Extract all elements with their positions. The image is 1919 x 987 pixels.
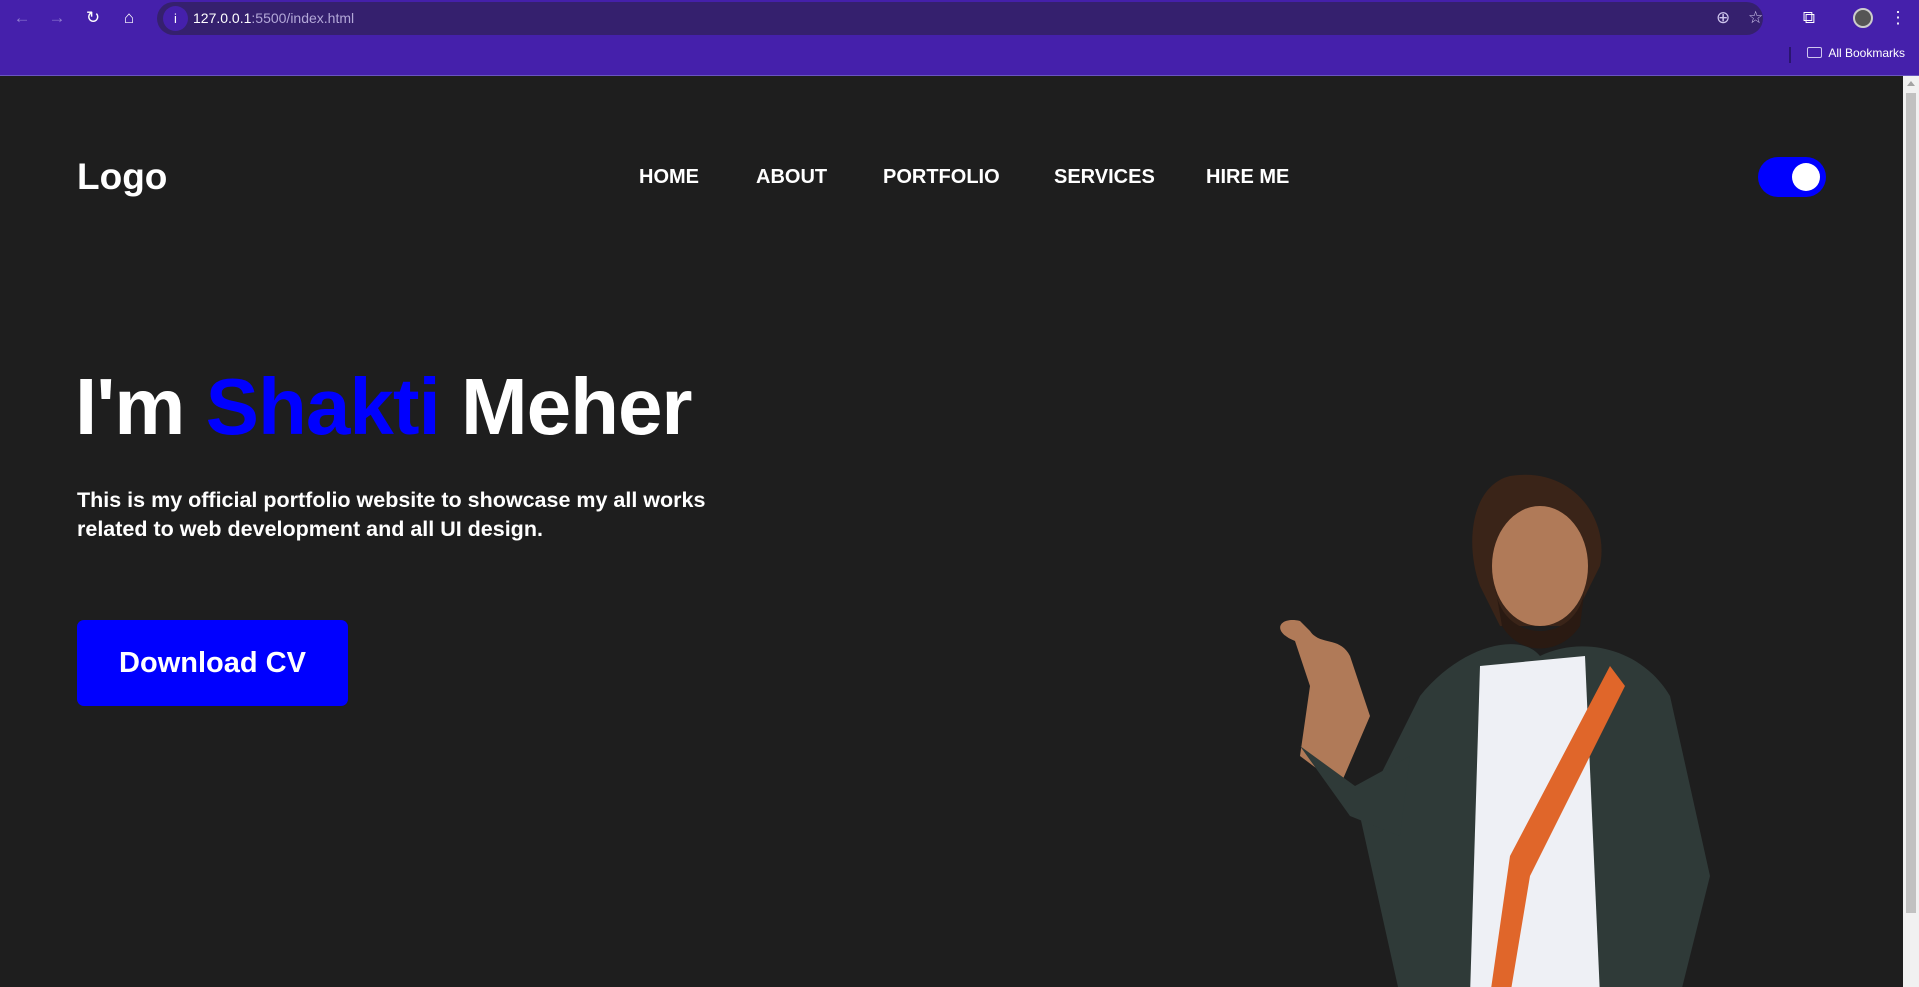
hero-portrait-image xyxy=(1280,474,1710,987)
hero-title: I'm Shakti Meher xyxy=(75,361,693,453)
address-bar[interactable]: i 127.0.0.1:5500/index.html ⊕ ☆ xyxy=(157,2,1763,35)
theme-toggle[interactable] xyxy=(1758,157,1826,197)
toggle-knob xyxy=(1792,163,1820,191)
nav-home[interactable]: HOME xyxy=(639,166,699,189)
page-scrollbar[interactable] xyxy=(1903,76,1919,987)
first-name: Shakti xyxy=(205,362,441,451)
extensions-icon[interactable]: ⧉ xyxy=(1797,6,1821,30)
url-host: 127.0.0.1 xyxy=(193,10,252,26)
nav-hire-me[interactable]: HIRE ME xyxy=(1206,166,1289,189)
folder-icon xyxy=(1807,47,1823,58)
home-icon[interactable]: ⌂ xyxy=(117,6,141,30)
last-name: Meher xyxy=(460,362,693,451)
bookmark-star-icon[interactable]: ☆ xyxy=(1748,8,1763,28)
profile-avatar[interactable] xyxy=(1851,6,1875,30)
portfolio-page: Logo HOME ABOUT PORTFOLIO SERVICES HIRE … xyxy=(0,76,1903,987)
reload-icon[interactable]: ↻ xyxy=(81,6,105,30)
url-path: :5500/index.html xyxy=(251,10,355,26)
forward-icon[interactable]: → xyxy=(45,6,69,30)
divider xyxy=(1789,47,1791,63)
all-bookmarks[interactable]: All Bookmarks xyxy=(1807,46,1905,60)
scrollbar-thumb[interactable] xyxy=(1906,93,1916,913)
back-icon[interactable]: ← xyxy=(10,6,34,30)
download-cv-button[interactable]: Download CV xyxy=(77,620,348,706)
nav-services[interactable]: SERVICES xyxy=(1054,166,1155,189)
nav-about[interactable]: ABOUT xyxy=(756,166,827,189)
url-text[interactable]: 127.0.0.1:5500/index.html xyxy=(193,10,354,26)
hero-description: This is my official portfolio website to… xyxy=(77,488,706,541)
zoom-icon[interactable]: ⊕ xyxy=(1716,8,1730,28)
menu-icon[interactable]: ⋮ xyxy=(1886,6,1910,30)
logo[interactable]: Logo xyxy=(77,156,167,198)
scroll-up-icon[interactable] xyxy=(1907,81,1915,86)
nav-portfolio[interactable]: PORTFOLIO xyxy=(883,166,1000,189)
browser-toolbar: ← → ↻ ⌂ i 127.0.0.1:5500/index.html ⊕ ☆ … xyxy=(0,0,1919,76)
site-info-icon[interactable]: i xyxy=(163,6,188,31)
bookmarks-label: All Bookmarks xyxy=(1828,46,1905,60)
greeting: I'm xyxy=(75,362,185,451)
